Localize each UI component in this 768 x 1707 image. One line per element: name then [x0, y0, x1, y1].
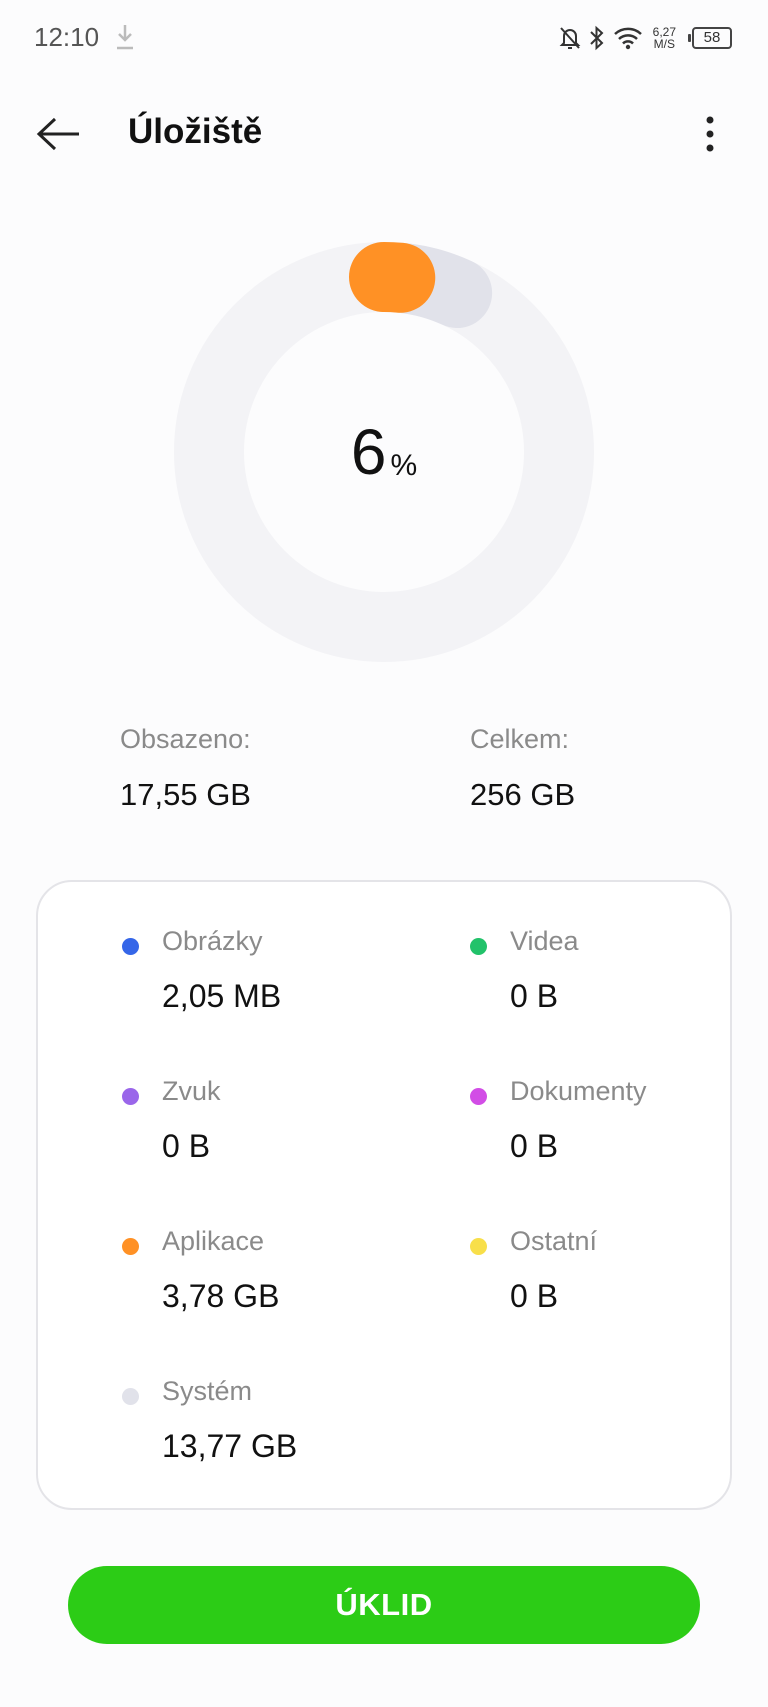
storage-usage-ring: 6 % [174, 242, 594, 662]
category-value: 0 B [510, 978, 559, 1014]
category-label: Ostatní [510, 1226, 598, 1256]
download-icon [114, 22, 136, 52]
total-value: 256 GB [470, 777, 576, 812]
category-label: Zvuk [162, 1076, 221, 1106]
category-label: Obrázky [162, 926, 263, 956]
storage-totals: Obsazeno: 17,55 GB Celkem: 256 GB [0, 724, 768, 824]
category-videos[interactable]: Videa 0 B [470, 926, 768, 1026]
category-label: Dokumenty [510, 1076, 647, 1106]
category-dot [122, 1238, 139, 1255]
category-value: 0 B [162, 1128, 211, 1164]
clean-button[interactable]: ÚKLID [68, 1566, 700, 1644]
category-dot [470, 1238, 487, 1255]
network-speed: 6,27 M/S [653, 26, 676, 50]
status-icons: 6,27 M/S 58 [559, 22, 732, 54]
category-audio[interactable]: Zvuk 0 B [122, 1076, 422, 1176]
battery-icon: 58 [688, 27, 732, 49]
bluetooth-icon [589, 25, 605, 51]
arrow-left-icon [35, 116, 81, 157]
used-value: 17,55 GB [120, 777, 251, 812]
page-title: Úložiště [128, 112, 263, 151]
status-bar: 12:10 6,27 M/S 58 [0, 0, 768, 80]
category-value: 2,05 MB [162, 978, 282, 1014]
category-value: 13,77 GB [162, 1428, 298, 1464]
usage-percent-value: 6 [350, 416, 387, 488]
bell-muted-icon [559, 26, 581, 50]
used-storage: Obsazeno: 17,55 GB [120, 724, 251, 813]
category-label: Videa [510, 926, 579, 956]
category-value: 3,78 GB [162, 1278, 280, 1314]
more-vertical-icon [705, 114, 715, 159]
category-images[interactable]: Obrázky 2,05 MB [122, 926, 422, 1026]
category-dot [122, 1388, 139, 1405]
network-speed-unit: M/S [653, 37, 675, 51]
category-label: Systém [162, 1376, 253, 1406]
wifi-icon [613, 26, 643, 50]
category-system[interactable]: Systém 13,77 GB [122, 1376, 422, 1476]
app-bar: Úložiště [0, 92, 768, 180]
category-apps[interactable]: Aplikace 3,78 GB [122, 1226, 422, 1326]
usage-percent: 6 % [174, 242, 594, 662]
category-other[interactable]: Ostatní 0 B [470, 1226, 768, 1326]
back-button[interactable] [28, 108, 88, 164]
category-dot [122, 1088, 139, 1105]
more-options-button[interactable] [690, 108, 730, 164]
total-label: Celkem: [470, 724, 570, 754]
category-dot [470, 1088, 487, 1105]
category-value: 0 B [510, 1278, 559, 1314]
total-storage: Celkem: 256 GB [470, 724, 575, 813]
category-dot [470, 938, 487, 955]
category-label: Aplikace [162, 1226, 265, 1256]
used-label: Obsazeno: [120, 724, 251, 754]
category-dot [122, 938, 139, 955]
category-value: 0 B [510, 1128, 559, 1164]
storage-breakdown-card: Obrázky 2,05 MB Videa 0 B Zvuk 0 B Dokum… [36, 880, 732, 1510]
battery-level: 58 [703, 29, 721, 46]
usage-percent-sign: % [390, 449, 418, 482]
status-time: 12:10 [34, 22, 100, 52]
category-documents[interactable]: Dokumenty 0 B [470, 1076, 768, 1176]
